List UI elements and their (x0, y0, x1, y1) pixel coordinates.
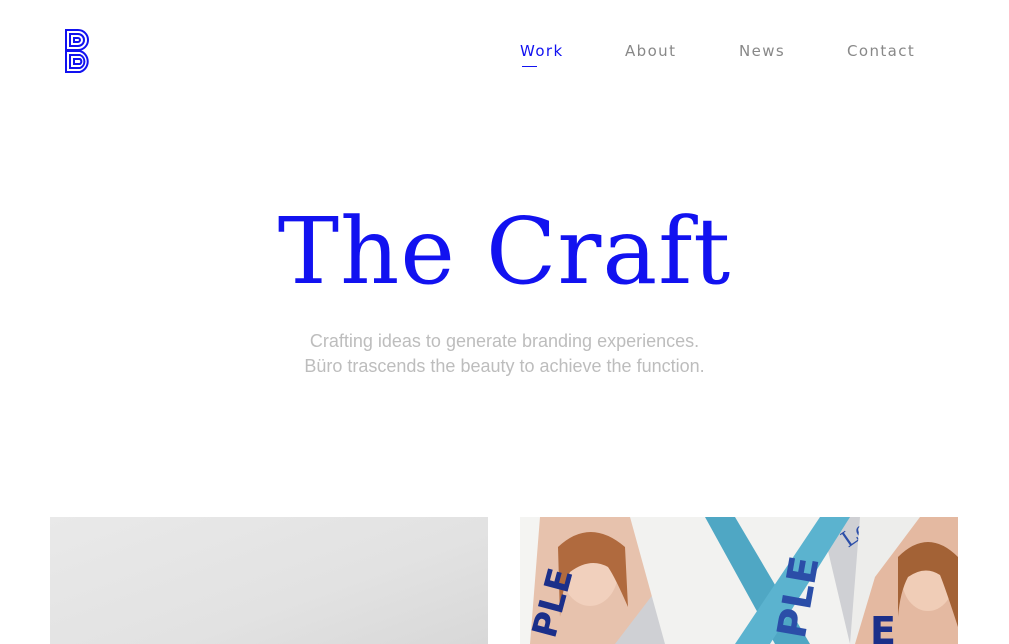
work-card[interactable]: PLE PLE Le E (520, 517, 958, 644)
svg-text:E: E (870, 609, 896, 644)
nav-item-news[interactable]: News (739, 41, 785, 61)
nav-item-contact[interactable]: Contact (847, 41, 915, 61)
magazine-spreads-photo: PLE PLE Le E (520, 517, 958, 644)
nav-item-about[interactable]: About (625, 41, 676, 61)
main-nav: Work About News Contact (0, 41, 1009, 71)
grey-gradient-photo (50, 517, 488, 644)
active-indicator (522, 66, 537, 67)
nav-item-work[interactable]: Work (520, 41, 564, 67)
work-card[interactable] (50, 517, 488, 644)
hero-subtitle-line-1: Crafting ideas to generate branding expe… (309, 331, 700, 351)
nav-item-label: News (739, 42, 786, 60)
hero-title: The Craft (277, 198, 732, 305)
nav-item-label: Work (520, 42, 564, 60)
hero-subtitle-line-2: Büro trascends the beauty to achieve the… (304, 356, 705, 376)
nav-item-label: About (625, 42, 677, 60)
nav-item-label: Contact (847, 42, 916, 60)
hero-subtitle: Crafting ideas to generate branding expe… (0, 329, 1009, 379)
